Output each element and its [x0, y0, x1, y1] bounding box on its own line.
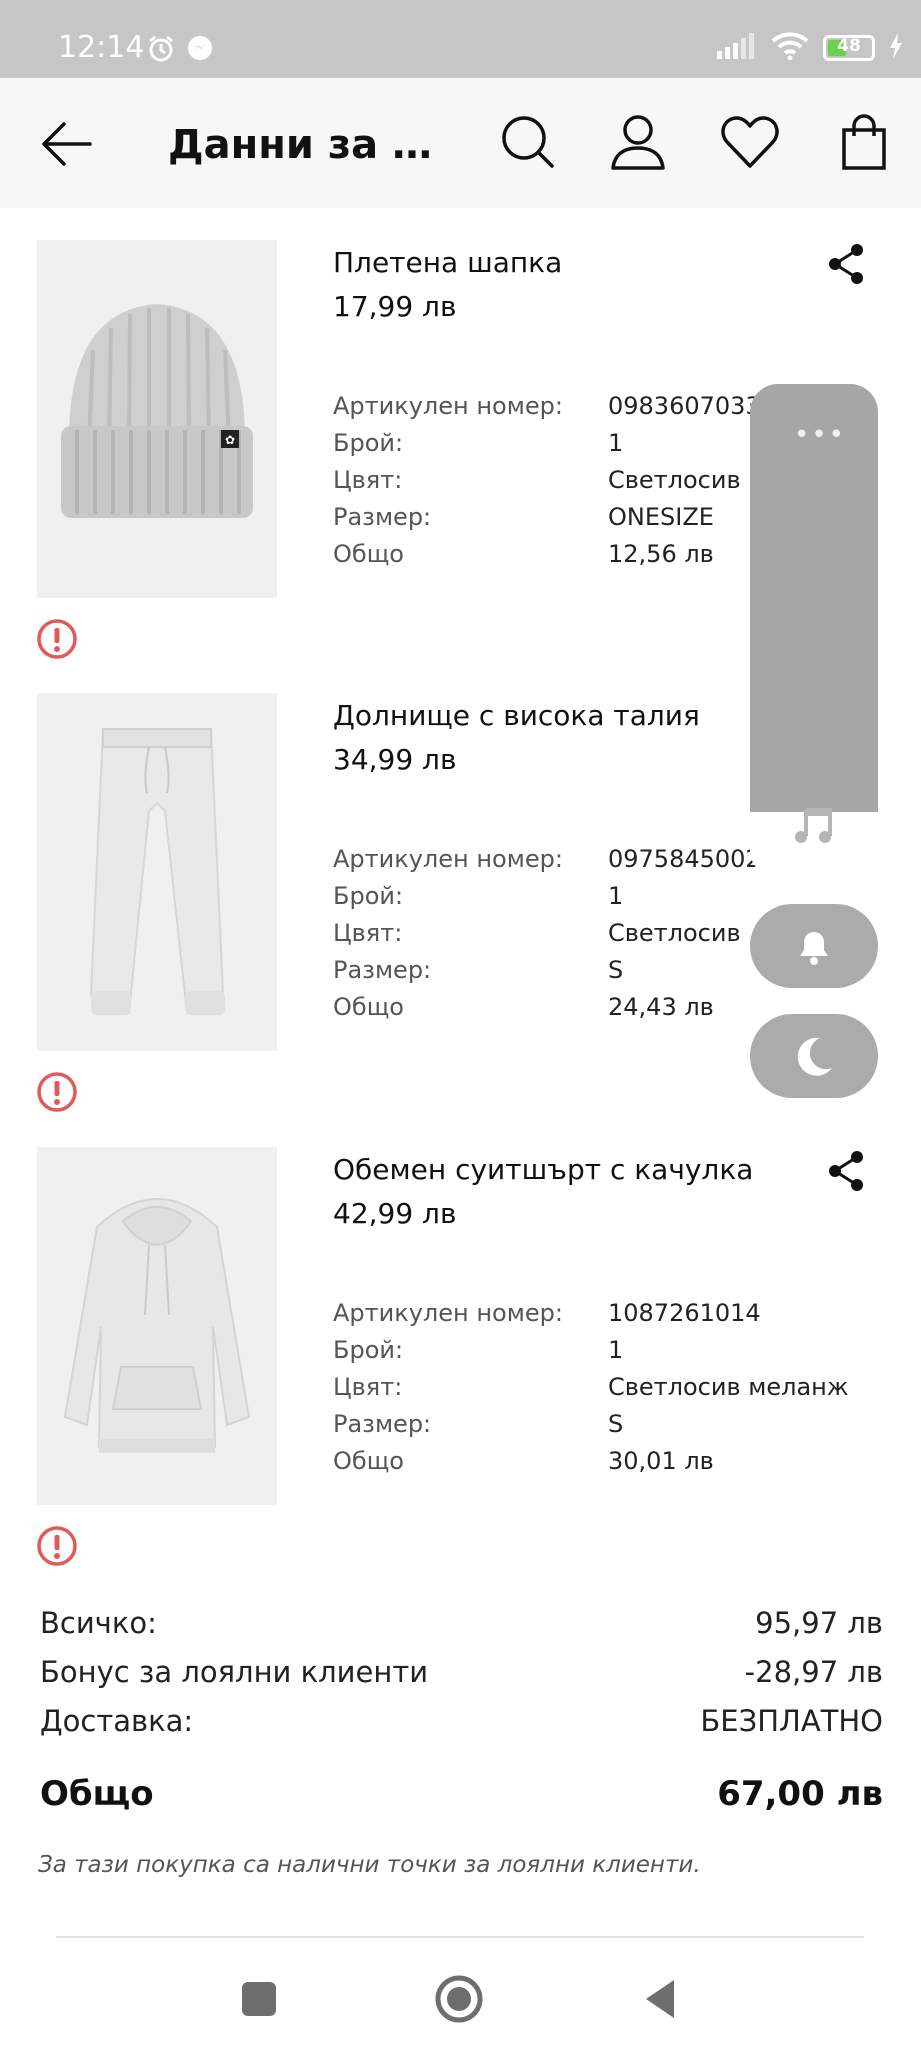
size: S — [608, 1410, 624, 1438]
label-item-total: Общо — [333, 1447, 404, 1475]
system-nav-bar — [0, 1940, 921, 2048]
size: S — [608, 956, 624, 984]
product-price: 42,99 лв — [333, 1197, 457, 1230]
grand-total-value: 67,00 лв — [717, 1774, 883, 1814]
label-size: Размер: — [333, 956, 432, 984]
grand-total-label: Общо — [40, 1774, 154, 1814]
share-icon[interactable] — [826, 1149, 866, 1193]
home-icon[interactable] — [434, 1974, 484, 2024]
status-bar: 12:14 48 — [0, 0, 921, 78]
product-name[interactable]: Долнище с висока талия — [333, 699, 700, 732]
color: Светлосив меланж — [608, 1373, 849, 1401]
label-color: Цвят: — [333, 1373, 403, 1401]
quantity: 1 — [608, 429, 624, 457]
share-icon[interactable] — [826, 242, 866, 286]
size: ONESIZE — [608, 503, 714, 531]
recents-icon[interactable] — [234, 1974, 284, 2024]
label-item-total: Общо — [333, 540, 404, 568]
order-item: Обемен суитшърт с качулка 42,99 лв Артик… — [0, 1147, 921, 1587]
product-name[interactable]: Плетена шапка — [333, 246, 562, 279]
warning-icon[interactable] — [36, 1525, 78, 1567]
music-note-icon[interactable] — [792, 802, 836, 846]
battery-icon: 48 — [823, 35, 875, 61]
battery-level: 48 — [837, 36, 861, 56]
warning-icon[interactable] — [36, 1071, 78, 1113]
product-details: Артикулен номер: 0975845002 Брой: 1 Цвят: С… — [333, 841, 761, 1026]
back-arrow-icon[interactable] — [38, 116, 94, 172]
item-total: 12,56 лв — [608, 540, 714, 568]
label-color: Цвят: — [333, 919, 403, 947]
label-article-number: Артикулен номер: — [333, 1299, 563, 1327]
subtotal-label: Всичко: — [40, 1606, 157, 1640]
product-price: 34,99 лв — [333, 743, 457, 776]
loyalty-bonus-label: Бонус за лоялни клиенти — [40, 1655, 429, 1689]
divider — [56, 1936, 864, 1938]
loyalty-bonus-value: -28,97 лв — [744, 1655, 883, 1689]
subtotal-value: 95,97 лв — [755, 1606, 883, 1640]
loyalty-note: За тази покупка са налични точки за лоял… — [38, 1852, 701, 1878]
color: Светлосив — [608, 466, 741, 494]
product-image[interactable] — [37, 1147, 277, 1505]
delivery-label: Доставка: — [40, 1704, 194, 1738]
product-details: Артикулен номер: 1087261014 Брой: 1 Цвят: С… — [333, 1295, 848, 1480]
app-bar: Данни за по... — [0, 78, 921, 208]
delivery-value: БЕЗПЛАТНО — [700, 1704, 883, 1738]
floating-side-panel[interactable]: ••• — [750, 384, 878, 878]
label-article-number: Артикулен номер: — [333, 392, 563, 420]
signal-icon — [717, 33, 757, 63]
quantity: 1 — [608, 1336, 624, 1364]
charging-icon — [889, 33, 903, 63]
more-icon[interactable]: ••• — [794, 420, 846, 450]
moon-button[interactable] — [750, 1014, 878, 1098]
color: Светлосив — [608, 919, 741, 947]
product-image[interactable] — [37, 693, 277, 1051]
messenger-icon — [186, 34, 214, 68]
bell-icon — [792, 924, 836, 972]
product-price: 17,99 лв — [333, 290, 457, 323]
status-time: 12:14 — [58, 30, 145, 65]
search-icon[interactable] — [498, 112, 558, 172]
label-quantity: Брой: — [333, 882, 404, 910]
product-details: Артикулен номер: 0983607033 Брой: 1 Цвят: С… — [333, 388, 761, 573]
product-name[interactable]: Обемен суитшърт с качулка — [333, 1153, 753, 1186]
account-icon[interactable] — [608, 112, 668, 172]
alarm-icon — [146, 34, 176, 68]
label-item-total: Общо — [333, 993, 404, 1021]
item-total: 30,01 лв — [608, 1447, 714, 1475]
article-number: 0975845002 — [608, 845, 761, 873]
label-size: Размер: — [333, 1410, 432, 1438]
bell-button[interactable] — [750, 904, 878, 988]
page-title: Данни за по... — [168, 122, 458, 168]
label-size: Размер: — [333, 503, 432, 531]
label-quantity: Брой: — [333, 429, 404, 457]
product-image[interactable]: ✿ — [37, 240, 277, 598]
heart-icon[interactable] — [720, 112, 780, 172]
moon-icon — [792, 1034, 836, 1082]
item-total: 24,43 лв — [608, 993, 714, 1021]
article-number: 1087261014 — [608, 1299, 761, 1327]
warning-icon[interactable] — [36, 618, 78, 660]
panel-handle[interactable]: ••• — [750, 384, 878, 812]
label-quantity: Брой: — [333, 1336, 404, 1364]
label-color: Цвят: — [333, 466, 403, 494]
label-article-number: Артикулен номер: — [333, 845, 563, 873]
shopping-bag-icon[interactable] — [834, 112, 894, 172]
article-number: 0983607033 — [608, 392, 761, 420]
wifi-icon — [771, 32, 809, 64]
quantity: 1 — [608, 882, 624, 910]
svg-text:✿: ✿ — [225, 433, 235, 447]
back-nav-icon[interactable] — [636, 1974, 686, 2024]
